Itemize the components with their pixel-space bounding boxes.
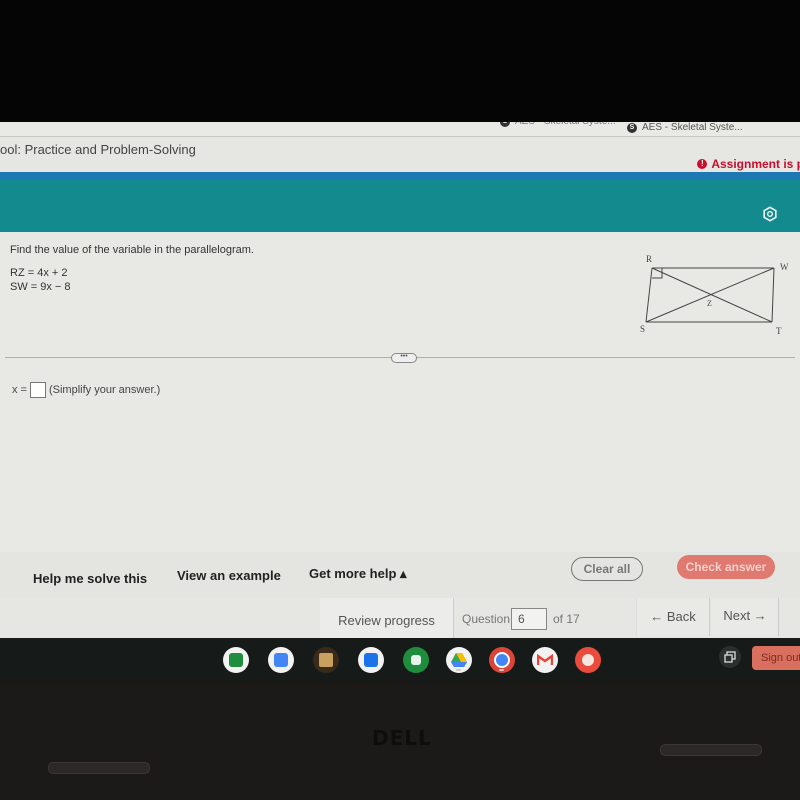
camera-bezel (0, 0, 800, 122)
sign-out-button[interactable]: Sign out (752, 646, 800, 670)
os-shelf: Sign out (0, 638, 800, 682)
canvas-icon[interactable] (575, 647, 601, 673)
bookmarks-bar: S AES - Skeletal Syste... S AES - Skelet… (0, 122, 800, 136)
vertex-label-s: S (640, 324, 645, 334)
bookmark[interactable]: S AES - Skeletal Syste... (500, 122, 616, 127)
right-angle-marker (652, 268, 663, 279)
view-example-button[interactable]: View an example (177, 568, 281, 583)
vertex-label-r: R (646, 254, 652, 264)
get-more-help-button[interactable]: Get more help ▴ (309, 566, 407, 582)
given-equation: RZ = 4x + 2 (10, 267, 68, 279)
question-toolbar (0, 180, 800, 232)
docs-icon[interactable] (268, 647, 294, 673)
screen: S AES - Skeletal Syste... S AES - Skelet… (0, 122, 800, 682)
vertex-label-z: Z (707, 299, 712, 308)
question-panel: Find the value of the variable in the pa… (0, 232, 800, 552)
answer-input[interactable] (29, 382, 46, 398)
parallelogram-figure: R W S T Z (640, 254, 789, 336)
help-me-solve-button[interactable]: Help me solve this (33, 571, 147, 586)
chrome-icon[interactable] (489, 647, 515, 673)
accent-bar (0, 172, 800, 180)
given-equation: SW = 9x − 8 (10, 281, 71, 293)
screencast-icon[interactable] (358, 647, 384, 673)
gear-icon[interactable] (762, 206, 778, 222)
navigation-bar: Review progress Question 6 of 17 ← Back … (0, 598, 800, 640)
assignment-title: ool: Practice and Problem-Solving (0, 142, 196, 157)
assignment-header: ool: Practice and Problem-Solving ! Assi… (0, 136, 800, 175)
question-number-input[interactable]: 6 (511, 608, 547, 630)
answer-row: x = (Simplify your answer.) (12, 382, 160, 398)
speaker-grille (48, 762, 150, 774)
laptop-bezel: DELL (0, 682, 800, 800)
vertex-label-w: W (780, 262, 789, 272)
clear-all-button[interactable]: Clear all (571, 557, 643, 581)
side-wt (771, 267, 775, 323)
drive-icon[interactable] (446, 647, 472, 673)
bookmark[interactable]: S AES - Skeletal Syste... (627, 122, 743, 133)
expand-handle[interactable]: ••• (391, 353, 417, 363)
vertex-label-t: T (776, 326, 782, 336)
speaker-grille (660, 744, 762, 756)
alert-icon: ! (697, 159, 708, 169)
calculator-icon[interactable] (403, 647, 429, 673)
kindle-icon[interactable] (313, 647, 339, 673)
side-rs (645, 267, 653, 323)
question-total: of 17 (553, 612, 580, 626)
review-progress-button[interactable]: Review progress (320, 598, 454, 640)
sheets-icon[interactable] (223, 647, 249, 673)
s-favicon-icon: S (500, 122, 510, 127)
gmail-icon[interactable] (532, 647, 558, 673)
back-button[interactable]: ← Back (636, 598, 710, 636)
brand-logo: DELL (372, 726, 432, 750)
assignment-status: ! Assignment is p (697, 157, 800, 171)
answer-hint: (Simplify your answer.) (48, 384, 161, 396)
question-label: Question (462, 612, 511, 626)
answer-label: x = (12, 384, 27, 396)
next-button[interactable]: Next → (712, 598, 779, 636)
overview-icon[interactable] (719, 646, 741, 668)
s-favicon-icon: S (627, 122, 637, 133)
question-prompt: Find the value of the variable in the pa… (10, 244, 254, 256)
check-answer-button[interactable]: Check answer (677, 555, 775, 579)
